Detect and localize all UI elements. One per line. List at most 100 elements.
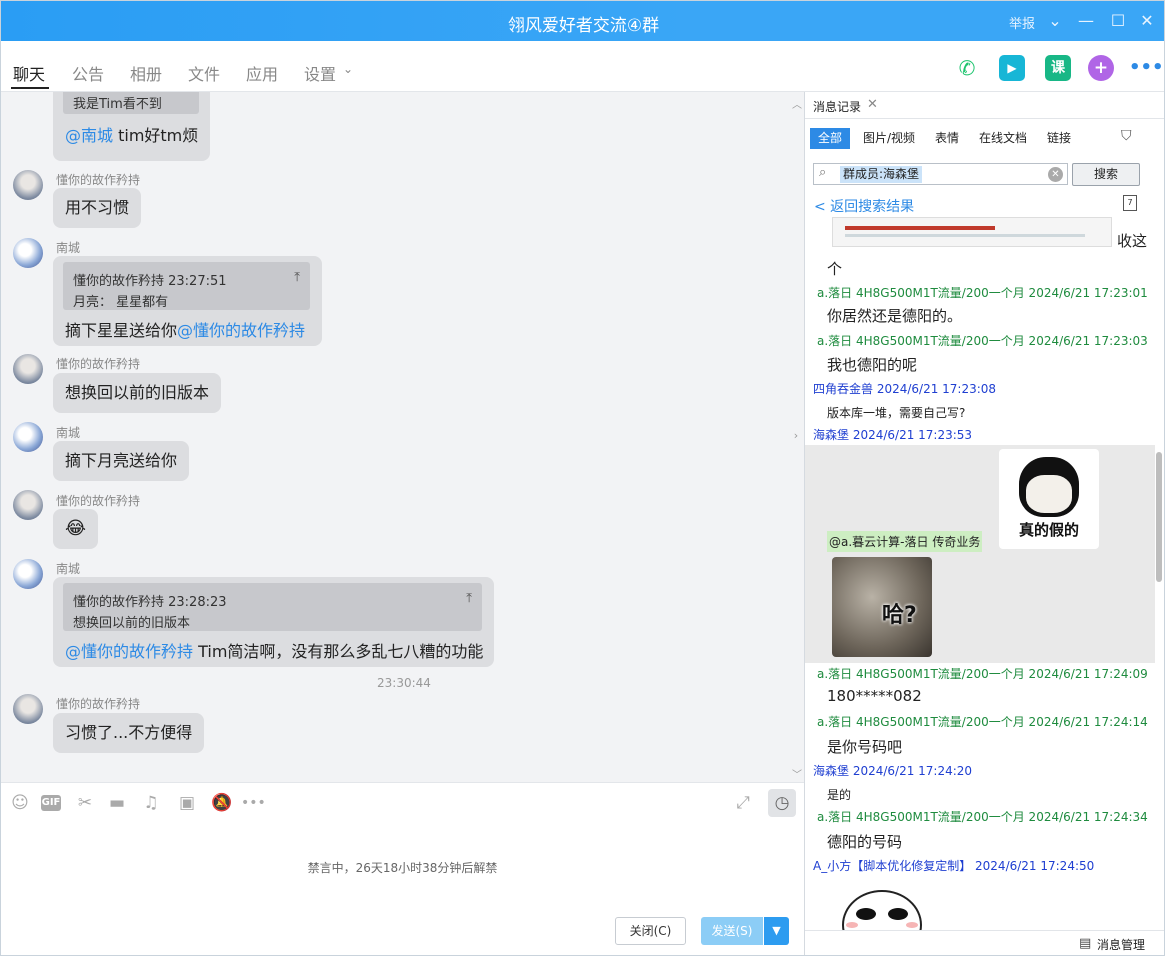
history-clock-icon[interactable]: ◷ (768, 789, 796, 817)
tab-apps[interactable]: 应用 (246, 61, 278, 85)
send-options-chevron-icon[interactable]: ▼ (764, 917, 789, 945)
chat-history[interactable]: ︿ 我是Tim看不到 @南城 tim好tm烦 懂你的故作矜持 用不习惯 南城 懂… (1, 92, 804, 782)
sticker-image[interactable]: 哈? (832, 557, 932, 657)
quote-body: 想换回以前的旧版本 (73, 616, 191, 631)
image-icon[interactable]: ▣ (175, 791, 199, 815)
message-manage-icon[interactable]: ▤ (1079, 936, 1091, 951)
record-meta[interactable]: a.落日 4H8G500M1T流量/200一个月 2024/6/21 17:23… (817, 332, 1148, 349)
calendar-icon[interactable]: 7 (1123, 195, 1137, 211)
message-bubble[interactable]: 想换回以前的旧版本 (53, 373, 222, 413)
chevron-down-icon[interactable]: ⌄ (343, 62, 353, 76)
avatar[interactable] (13, 422, 43, 452)
scroll-down-icon[interactable]: ﹀ (792, 766, 802, 781)
sticker-image[interactable]: 真的假的 (999, 449, 1099, 549)
filter-stickers[interactable]: 表情 (927, 128, 967, 149)
avatar[interactable] (13, 694, 43, 724)
sender-name[interactable]: 懂你的故作矜持 (56, 695, 140, 712)
music-icon[interactable]: ♫ (139, 791, 163, 815)
gif-icon[interactable]: GIF (41, 795, 61, 811)
record-text: 你居然还是德阳的。 (827, 307, 963, 325)
panel-footer: ▤ 消息管理 (805, 930, 1164, 955)
message-manage-button[interactable]: 消息管理 (1097, 936, 1145, 953)
tab-settings[interactable]: 设置 (304, 61, 336, 85)
chevron-down-icon[interactable]: ⌄ (1043, 9, 1067, 33)
close-button[interactable]: 关闭(C) (615, 917, 686, 945)
avatar[interactable] (13, 559, 43, 589)
record-meta[interactable]: 四角吞金兽 2024/6/21 17:23:08 (813, 380, 996, 397)
video-call-icon[interactable]: ▶ (999, 55, 1025, 81)
message-bubble[interactable]: 摘下月亮送给你 (53, 441, 190, 481)
tab-chat[interactable]: 聊天 (13, 61, 45, 85)
record-text: 我也德阳的呢 (827, 356, 918, 374)
close-icon[interactable]: ✕ (1135, 9, 1159, 33)
mute-bell-icon[interactable]: 🔕 (210, 791, 234, 815)
mute-notice: 禁言中，26天18小时38分钟后解禁 (307, 861, 498, 875)
tab-announcement[interactable]: 公告 (72, 61, 104, 85)
message-bubble[interactable]: 习惯了...不方便得 (53, 713, 205, 753)
quote-block[interactable]: 懂你的故作矜持 23:27:51 月亮： 星星都有 ⤒ (63, 262, 310, 310)
sender-name[interactable]: 南城 (56, 239, 80, 256)
sender-name[interactable]: 懂你的故作矜持 (56, 355, 140, 372)
record-meta[interactable]: a.落日 4H8G500M1T流量/200一个月 2024/6/21 17:24… (817, 665, 1148, 682)
quote-block: 我是Tim看不到 (63, 92, 199, 114)
phone-call-icon[interactable]: ✆ (954, 55, 980, 81)
jump-to-quote-icon[interactable]: ⤒ (466, 591, 472, 606)
record-meta[interactable]: 海森堡 2024/6/21 17:24:20 (813, 762, 972, 779)
message-bubble[interactable]: 用不习惯 (53, 188, 142, 228)
class-icon[interactable]: 课 (1045, 55, 1071, 81)
record-meta[interactable]: 海森堡 2024/6/21 17:23:53 (813, 426, 972, 443)
avatar[interactable] (13, 238, 43, 268)
laughing-emoji[interactable]: 😂 (53, 509, 99, 549)
record-meta[interactable]: a.落日 4H8G500M1T流量/200一个月 2024/6/21 17:24… (817, 808, 1148, 825)
tab-message-record[interactable]: 消息记录 (813, 98, 861, 115)
expand-icon[interactable]: ⤢ (731, 791, 755, 815)
folder-icon[interactable]: ▬ (105, 791, 129, 815)
search-input[interactable]: ⌕ 群成员:海森堡 ✕ (813, 163, 1068, 185)
avatar[interactable] (13, 170, 43, 200)
record-meta[interactable]: a.落日 4H8G500M1T流量/200一个月 2024/6/21 17:24… (817, 713, 1148, 730)
record-meta[interactable]: A_小方【脚本优化修复定制】 2024/6/21 17:24:50 (813, 857, 1094, 874)
scissors-icon[interactable]: ✂ (73, 791, 97, 815)
report-link[interactable]: 举报 (1009, 13, 1035, 32)
sticker-image[interactable] (832, 882, 932, 932)
message-bubble[interactable]: 懂你的故作矜持 23:28:23 想换回以前的旧版本 ⤒ @懂你的故作矜持 Ti… (53, 577, 494, 667)
sender-name[interactable]: 南城 (56, 560, 80, 577)
mention[interactable]: @懂你的故作矜持 (65, 642, 193, 661)
close-icon[interactable]: ✕ (867, 97, 878, 112)
more-icon[interactable]: ••• (1129, 55, 1164, 81)
scroll-up-icon[interactable]: ︿ (792, 96, 802, 111)
message-bubble[interactable]: 懂你的故作矜持 23:27:51 月亮： 星星都有 ⤒ 摘下星星送给你@懂你的故… (53, 256, 322, 346)
message-bubble[interactable]: 我是Tim看不到 @南城 tim好tm烦 (53, 92, 210, 161)
filter-funnel-icon[interactable]: ⛉ (1121, 128, 1132, 144)
add-app-icon[interactable]: + (1088, 55, 1114, 81)
jump-to-quote-icon[interactable]: ⤒ (294, 270, 300, 285)
sender-name[interactable]: 南城 (56, 424, 80, 441)
search-button[interactable]: 搜索 (1072, 163, 1140, 186)
avatar[interactable] (13, 490, 43, 520)
emoji-icon[interactable]: ☺ (8, 791, 32, 815)
mention-tag[interactable]: @a.暮云计算-落日 传奇业务 (827, 531, 983, 552)
filter-all[interactable]: 全部 (810, 128, 851, 149)
maximize-icon[interactable]: ☐ (1106, 9, 1130, 33)
avatar[interactable] (13, 354, 43, 384)
record-text: 德阳的号码 (827, 833, 903, 851)
back-to-results-link[interactable]: < 返回搜索结果 (814, 196, 914, 216)
sender-name[interactable]: 懂你的故作矜持 (56, 171, 140, 188)
more-tools-icon[interactable]: ••• (241, 791, 266, 815)
panel-scrollbar[interactable] (1156, 452, 1162, 582)
filter-links[interactable]: 链接 (1039, 128, 1079, 149)
tab-album[interactable]: 相册 (130, 61, 162, 85)
send-button[interactable]: 发送(S) (701, 917, 763, 945)
sender-name[interactable]: 懂你的故作矜持 (56, 492, 140, 509)
tab-files[interactable]: 文件 (188, 61, 220, 85)
quote-block[interactable]: 懂你的故作矜持 23:28:23 想换回以前的旧版本 ⤒ (63, 583, 482, 631)
mention[interactable]: @南城 (65, 126, 113, 145)
mention[interactable]: @懂你的故作矜持 (177, 321, 305, 340)
filter-media[interactable]: 图片/视频 (855, 128, 923, 149)
filter-docs[interactable]: 在线文档 (971, 128, 1035, 149)
record-meta[interactable]: a.落日 4H8G500M1T流量/200一个月 2024/6/21 17:23… (817, 284, 1148, 301)
screenshot-thumbnail[interactable] (832, 217, 1112, 247)
collapse-panel-icon[interactable]: › (788, 421, 804, 451)
minimize-icon[interactable]: — (1074, 9, 1098, 33)
clear-icon[interactable]: ✕ (1048, 167, 1063, 182)
